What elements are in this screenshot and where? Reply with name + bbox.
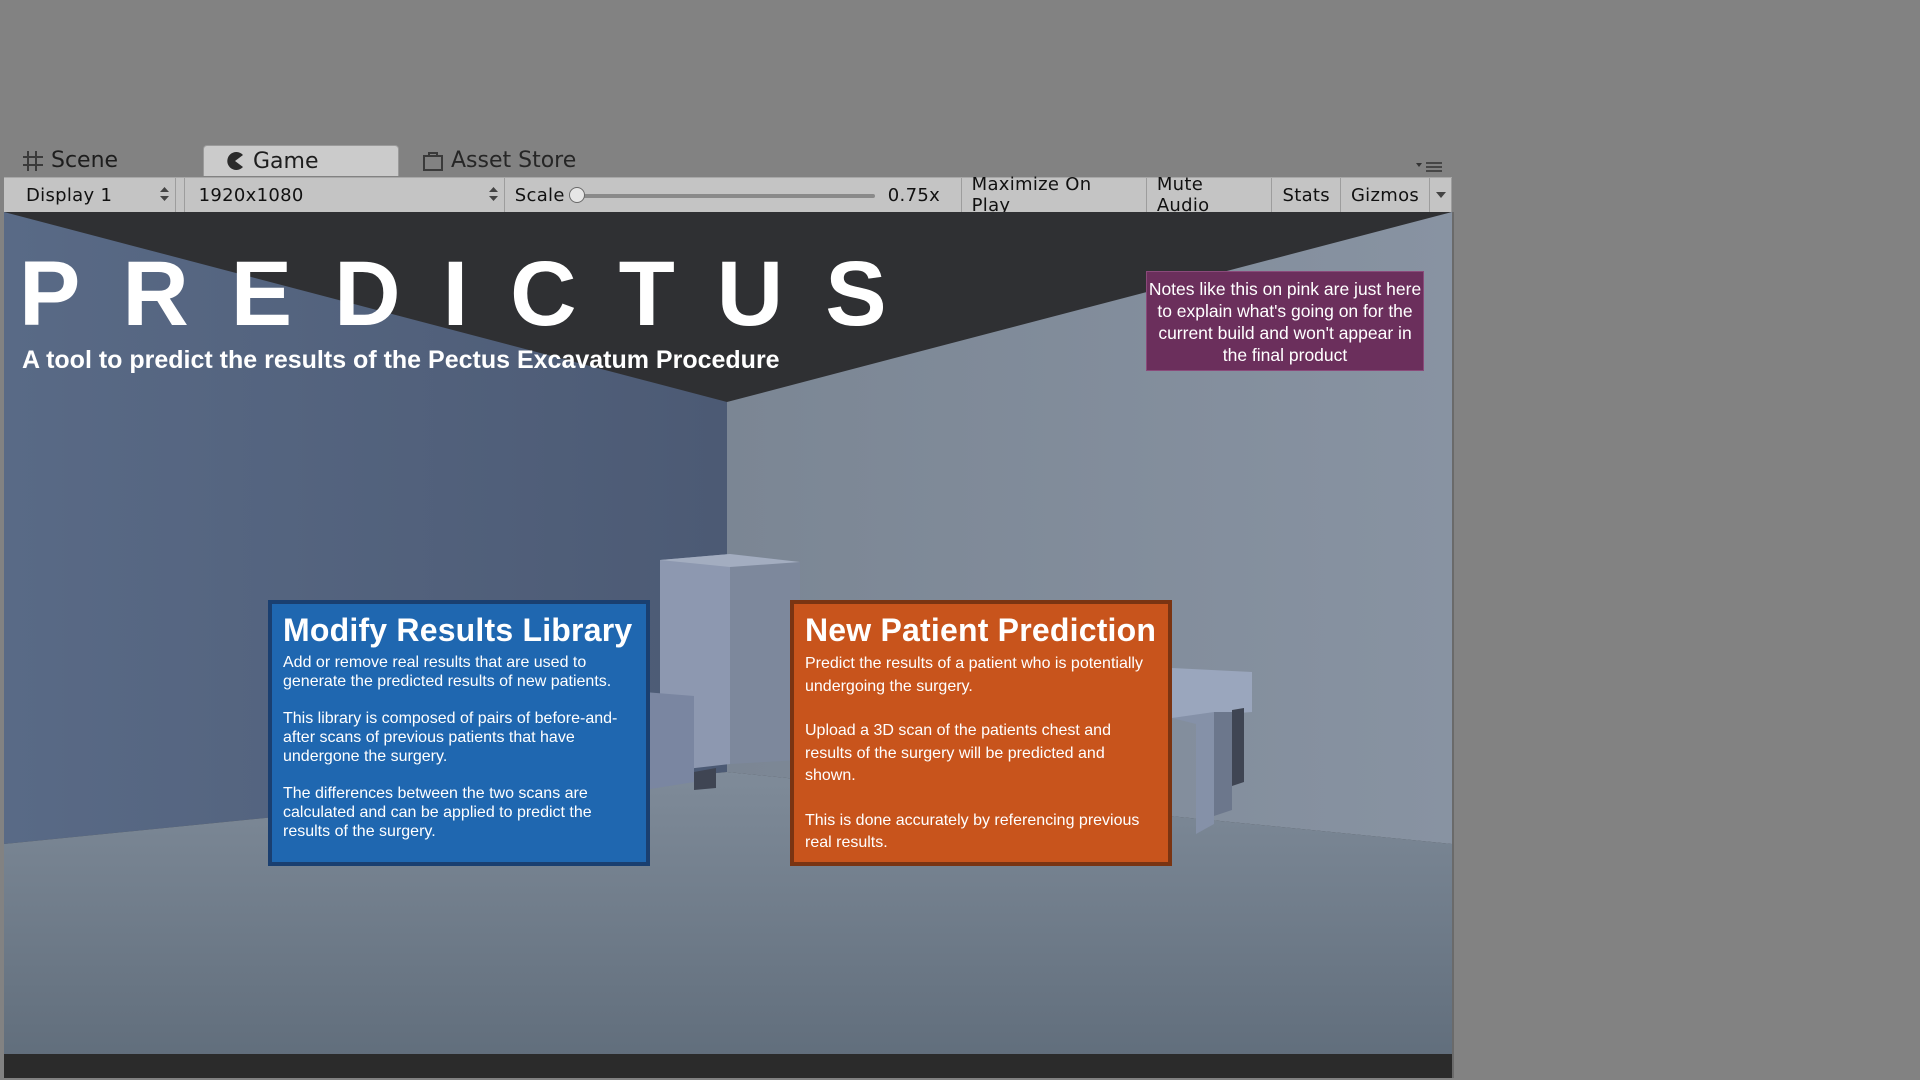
- stats-button[interactable]: Stats: [1272, 178, 1341, 212]
- card-paragraph: Add or remove real results that are used…: [283, 654, 612, 690]
- game-view[interactable]: PREDICTUS A tool to predict the results …: [4, 212, 1454, 1078]
- tab-menu-icon[interactable]: [1416, 160, 1444, 174]
- tab-asset-store-label: Asset Store: [451, 148, 577, 173]
- grid-icon: [23, 150, 43, 171]
- card-paragraph: Upload a 3D scan of the patients chest a…: [805, 722, 1111, 784]
- scale-control: Scale 0.75x: [505, 178, 962, 212]
- tab-game-label: Game: [253, 148, 319, 174]
- card-paragraph: The differences between the two scans ar…: [283, 785, 592, 840]
- maximize-on-play-label: Maximize On Play: [971, 174, 1092, 216]
- game-view-toolbar: Display 1 1920x1080 Scale 0.75x Maximize…: [4, 174, 1452, 216]
- scale-slider-knob[interactable]: [568, 187, 585, 203]
- editor-tab-bar: Scene Game Asset Store: [0, 140, 1452, 177]
- stats-label: Stats: [1282, 184, 1330, 206]
- card-title: Modify Results Library: [283, 612, 633, 648]
- resolution-dropdown[interactable]: 1920x1080: [183, 178, 505, 212]
- scale-slider-track[interactable]: [574, 194, 875, 198]
- app-subtitle: A tool to predict the results of the Pec…: [22, 346, 780, 374]
- card-paragraph: This library is composed of pairs of bef…: [283, 710, 618, 765]
- gizmos-button[interactable]: Gizmos: [1341, 178, 1431, 212]
- store-bag-icon: [423, 151, 443, 171]
- scale-label: Scale: [514, 184, 565, 206]
- updown-arrow-icon: [488, 187, 498, 201]
- letterbox-bar: [4, 1054, 1452, 1078]
- tab-game[interactable]: Game: [203, 145, 399, 176]
- pacman-icon: [227, 152, 243, 170]
- display-label: Display 1: [26, 184, 113, 206]
- tab-scene[interactable]: Scene: [22, 145, 118, 176]
- modify-results-library-card[interactable]: Modify Results Library Add or remove rea…: [268, 600, 650, 866]
- card-title: New Patient Prediction: [805, 612, 1157, 648]
- tab-scene-label: Scene: [51, 148, 119, 173]
- updown-arrow-icon: [159, 187, 169, 201]
- new-patient-prediction-card[interactable]: New Patient Prediction Predict the resul…: [790, 600, 1172, 866]
- maximize-on-play-button[interactable]: Maximize On Play: [962, 174, 1147, 216]
- card-paragraph: Predict the results of a patient who is …: [805, 655, 1143, 695]
- display-dropdown[interactable]: Display 1: [4, 178, 176, 212]
- app-logo-title: PREDICTUS: [19, 243, 929, 345]
- resolution-label: 1920x1080: [198, 184, 304, 206]
- scale-value: 0.75x: [887, 185, 941, 206]
- tab-asset-store[interactable]: Asset Store: [422, 145, 576, 176]
- card-paragraph: This is done accurately by referencing p…: [805, 811, 1140, 852]
- gizmos-dropdown[interactable]: [1430, 178, 1452, 212]
- developer-note: Notes like this on pink are just here to…: [1146, 271, 1424, 371]
- mute-audio-button[interactable]: Mute Audio: [1147, 174, 1273, 216]
- chevron-down-icon: [1435, 192, 1446, 198]
- gizmos-label: Gizmos: [1350, 184, 1420, 206]
- mute-audio-label: Mute Audio: [1156, 174, 1210, 216]
